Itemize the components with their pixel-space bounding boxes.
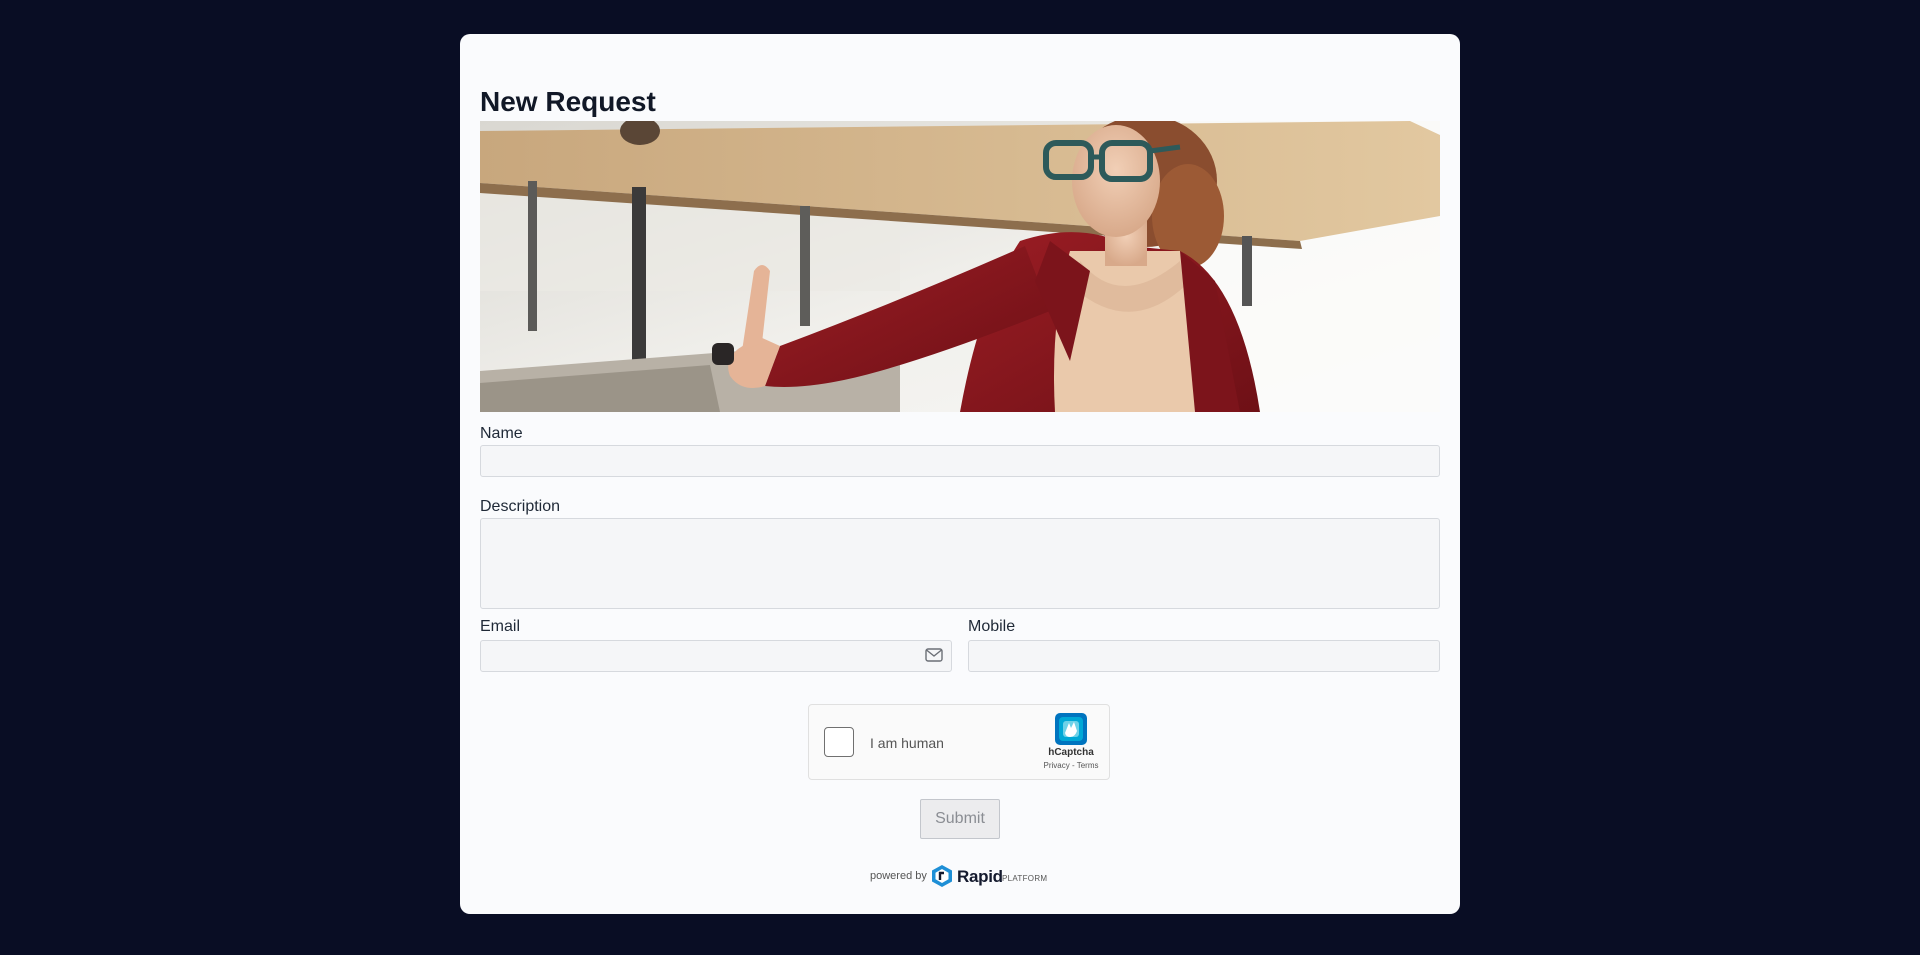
rapid-brand-suffix: PLATFORM: [1002, 874, 1048, 883]
captcha-brand: hCaptcha: [1048, 747, 1094, 758]
captcha-links[interactable]: Privacy - Terms: [1031, 762, 1111, 770]
email-label: Email: [480, 618, 521, 635]
submit-button[interactable]: Submit: [920, 799, 1000, 839]
hcaptcha-logo-icon: [1055, 713, 1087, 745]
email-input[interactable]: [481, 641, 915, 673]
description-textarea[interactable]: [480, 518, 1440, 609]
banner-image: [480, 121, 1440, 412]
name-input[interactable]: [480, 445, 1440, 477]
email-field-wrapper: [480, 640, 952, 673]
banner-photo: [480, 121, 1440, 412]
mobile-input[interactable]: [968, 640, 1440, 672]
powered-by-text: powered by: [870, 870, 927, 882]
page-title: New Request: [480, 86, 656, 117]
captcha-checkbox[interactable]: [824, 727, 854, 757]
captcha-label: I am human: [870, 735, 944, 751]
hcaptcha-widget: I am human hCaptcha Privacy - Terms: [808, 704, 1110, 780]
request-form-card: New Request Name Description Email Mobil…: [460, 34, 1460, 914]
powered-by-footer[interactable]: powered by Rapid PLATFORM: [870, 862, 1050, 888]
mail-icon: [925, 648, 943, 662]
name-label: Name: [480, 425, 523, 442]
rapid-logo-icon: [932, 865, 952, 887]
description-label: Description: [480, 498, 561, 515]
rapid-brand-name: Rapid: [957, 867, 1003, 886]
mobile-label: Mobile: [968, 618, 1016, 635]
